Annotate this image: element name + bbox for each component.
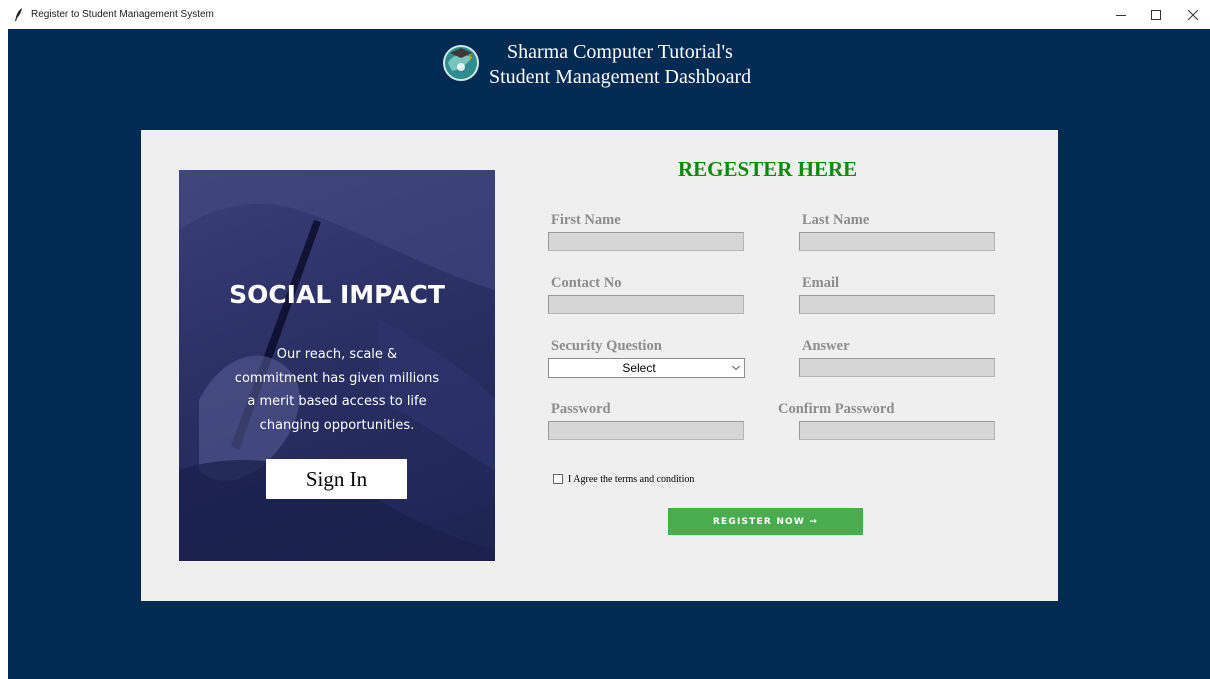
contact-label: Contact No: [551, 275, 622, 291]
sign-in-button[interactable]: Sign In: [266, 459, 407, 499]
confirm-password-input[interactable]: [799, 421, 995, 440]
promo-description: Our reach, scale & commitment has given …: [209, 343, 465, 437]
email-input[interactable]: [799, 295, 995, 314]
promo-title: SOCIAL IMPACT: [229, 280, 445, 309]
contact-input[interactable]: [548, 295, 744, 314]
feather-icon: [15, 8, 22, 21]
promo-line: a merit based access to life: [247, 394, 427, 409]
first-name-label: First Name: [551, 212, 621, 228]
answer-input[interactable]: [799, 358, 995, 377]
close-button[interactable]: [1178, 4, 1208, 26]
last-name-label: Last Name: [802, 212, 870, 228]
agree-checkbox[interactable]: [553, 474, 563, 484]
password-input[interactable]: [548, 421, 744, 440]
agree-terms-label: I Agree the terms and condition: [568, 473, 695, 485]
promo-line: changing opportunities.: [259, 417, 415, 433]
promo-line: Our reach, scale &: [276, 347, 398, 362]
agree-terms-row: I Agree the terms and condition: [553, 472, 694, 486]
first-name-input[interactable]: [548, 232, 744, 251]
last-name-input[interactable]: [799, 232, 995, 251]
maximize-button[interactable]: [1141, 4, 1171, 26]
maximize-icon: [1151, 10, 1161, 20]
minimize-icon: [1116, 15, 1126, 16]
security-question-value: Select: [622, 361, 656, 375]
title-bar: Register to Student Management System: [0, 0, 1210, 29]
promo-line: commitment has given millions: [234, 370, 440, 386]
app-title-line2: Student Management Dashboard: [489, 66, 752, 88]
window-title: Register to Student Management System: [31, 9, 214, 20]
register-card: SOCIAL IMPACT Our reach, scale & commitm…: [141, 130, 1058, 601]
minimize-button[interactable]: [1106, 4, 1136, 26]
password-label: Password: [551, 401, 611, 417]
security-question-select[interactable]: Select: [548, 358, 745, 378]
register-now-button[interactable]: REGISTER NOW →: [668, 508, 863, 535]
confirm-password-label: Confirm Password: [778, 401, 895, 417]
chevron-down-icon: [732, 365, 740, 371]
security-question-label: Security Question: [551, 338, 662, 354]
app-title-line1: Sharma Computer Tutorial's: [507, 41, 733, 63]
graduation-globe-icon: [443, 45, 479, 81]
form-title: REGESTER HERE: [678, 157, 858, 181]
answer-label: Answer: [802, 338, 850, 354]
promo-panel: SOCIAL IMPACT Our reach, scale & commitm…: [179, 170, 495, 561]
email-label: Email: [802, 275, 840, 291]
close-icon: [1188, 10, 1198, 20]
app-window: Sharma Computer Tutorial's Student Manag…: [8, 29, 1210, 679]
